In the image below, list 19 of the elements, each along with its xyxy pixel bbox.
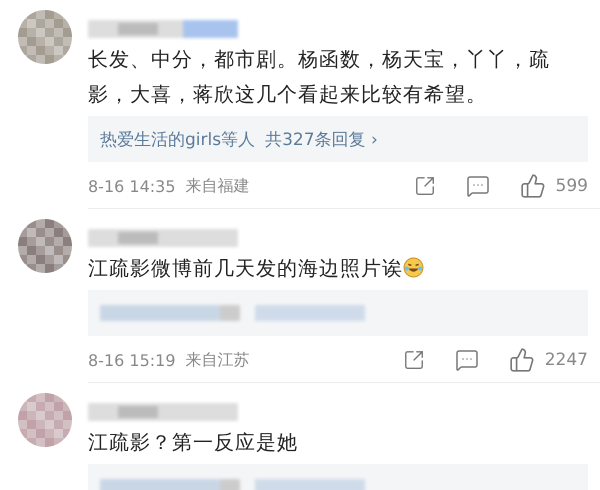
comment-icon[interactable]: [454, 348, 479, 372]
reply-count-link[interactable]: 共327条回复 ›: [265, 128, 378, 150]
replies-panel[interactable]: 热爱生活的girls等人 共327条回复 ›: [88, 116, 588, 162]
comment-text: 江疏影？第一反应是她: [88, 429, 299, 456]
like-icon[interactable]: [508, 347, 535, 373]
comment-text: 江疏影微博前几天发的海边照片诶: [88, 251, 568, 286]
share-icon[interactable]: [414, 175, 436, 197]
comment-text: 长发、中分，都市剧。杨函数，杨天宝，丫丫，疏影，大喜，蒋欣这几个看起来比较有希望。: [88, 46, 551, 108]
like-count: 2247: [544, 350, 588, 370]
repliers-link[interactable]: 热爱生活的girls等人: [100, 128, 256, 150]
share-icon[interactable]: [402, 349, 425, 371]
like-count: 599: [556, 176, 588, 196]
post-time: 8-16 14:35: [88, 176, 176, 196]
post-location: 来自福建: [186, 176, 250, 196]
post-location: 来自江苏: [186, 350, 250, 370]
like-icon[interactable]: [520, 173, 546, 199]
comment-icon[interactable]: [466, 174, 490, 198]
laughing-emoji-icon: [403, 257, 424, 278]
post-time: 8-16 15:19: [88, 350, 176, 370]
